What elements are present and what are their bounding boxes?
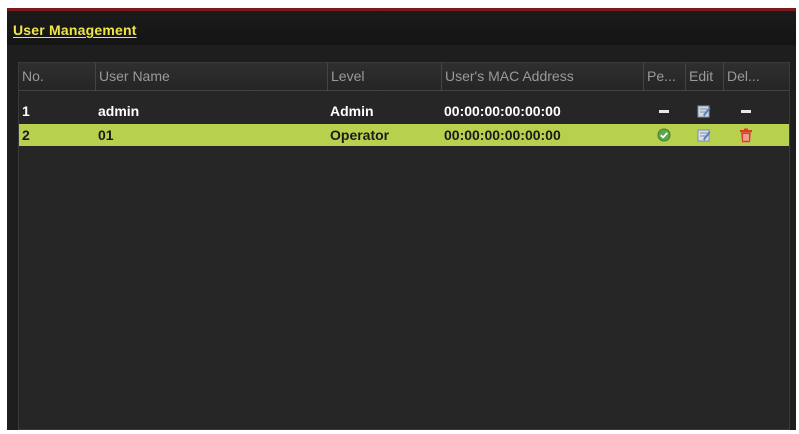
- page-title[interactable]: User Management: [13, 22, 137, 38]
- dash-icon: [659, 109, 669, 113]
- column-header-no[interactable]: No.: [19, 63, 95, 90]
- table-header: No. User Name Level User's MAC Address P…: [19, 63, 789, 91]
- table-row[interactable]: 1 admin Admin 00:00:00:00:00:00: [19, 100, 789, 122]
- trash-icon: [740, 128, 752, 142]
- cell-mac-address: 00:00:00:00:00:00: [444, 127, 561, 143]
- delete-cell[interactable]: [723, 100, 769, 122]
- cell-level: Operator: [330, 127, 390, 143]
- column-header-mac-address[interactable]: User's MAC Address: [441, 63, 643, 90]
- check-icon: [657, 128, 671, 142]
- cell-user-name: admin: [98, 103, 140, 119]
- permission-cell[interactable]: [643, 100, 685, 122]
- dash-icon: [741, 109, 751, 113]
- column-header-delete[interactable]: Del...: [723, 63, 769, 90]
- header-bar: User Management: [7, 11, 796, 45]
- delete-button[interactable]: [723, 124, 769, 146]
- column-header-level[interactable]: Level: [327, 63, 441, 90]
- edit-button[interactable]: [685, 100, 723, 122]
- cell-level: Admin: [330, 103, 374, 119]
- cell-no: 1: [22, 103, 30, 119]
- permission-button[interactable]: [643, 124, 685, 146]
- user-management-window: User Management No. User Name Level User…: [7, 8, 796, 430]
- column-header-user-name[interactable]: User Name: [95, 63, 327, 90]
- edit-button[interactable]: [685, 124, 723, 146]
- user-table: No. User Name Level User's MAC Address P…: [18, 62, 790, 430]
- cell-mac-address: 00:00:00:00:00:00: [444, 103, 561, 119]
- cell-user-name: 01: [98, 127, 114, 143]
- cell-no: 2: [22, 127, 30, 143]
- column-header-edit[interactable]: Edit: [685, 63, 723, 90]
- column-header-permission[interactable]: Pe...: [643, 63, 685, 90]
- edit-icon: [697, 105, 711, 118]
- table-row-selected[interactable]: 2 01 Operator 00:00:00:00:00:00: [19, 124, 789, 146]
- edit-icon: [697, 129, 711, 142]
